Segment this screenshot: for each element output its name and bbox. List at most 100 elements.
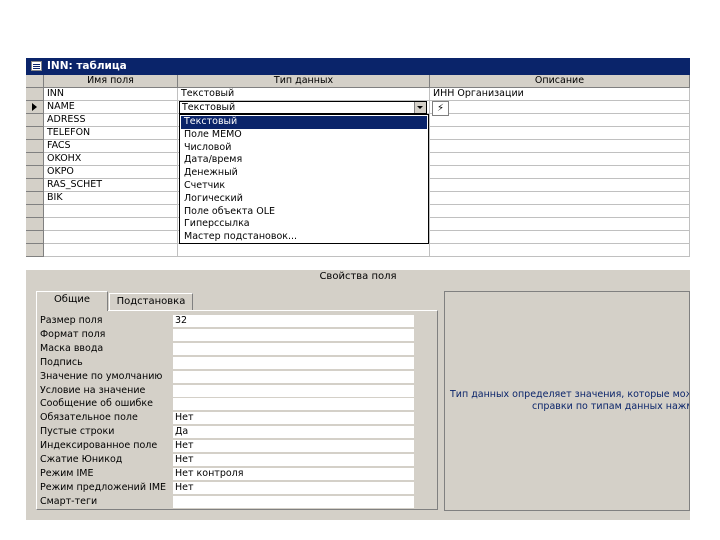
description-cell[interactable]: [430, 231, 690, 244]
row-selector[interactable]: [26, 140, 44, 153]
row-selector[interactable]: [26, 153, 44, 166]
column-header-field-name[interactable]: Имя поля: [44, 75, 178, 88]
property-value-field[interactable]: [173, 356, 414, 370]
property-label: Режим предложений IME: [40, 481, 167, 493]
window-titlebar[interactable]: INN: таблица: [26, 58, 690, 75]
property-label: Сообщение об ошибке: [40, 398, 153, 410]
property-row: Смарт-теги: [40, 495, 416, 509]
description-cell[interactable]: [430, 127, 690, 140]
data-type-cell[interactable]: Текстовый: [178, 88, 430, 101]
dropdown-item[interactable]: Мастер подстановок...: [181, 231, 427, 244]
description-cell[interactable]: [430, 140, 690, 153]
field-name-cell[interactable]: INN: [44, 88, 178, 101]
property-value-field[interactable]: Нет: [173, 481, 414, 495]
field-name-cell[interactable]: RAS_SCHET: [44, 179, 178, 192]
property-value-field[interactable]: [173, 495, 414, 509]
field-name-cell[interactable]: ADRESS: [44, 114, 178, 127]
help-text-line-1: Тип данных определяет значения, которые …: [450, 389, 690, 400]
description-cell[interactable]: ИНН Организации: [430, 88, 690, 101]
dropdown-item[interactable]: Гиперссылка: [181, 218, 427, 231]
description-cell[interactable]: [430, 166, 690, 179]
field-name-cell[interactable]: [44, 218, 178, 231]
dropdown-item[interactable]: Счетчик: [181, 180, 427, 193]
row-selector[interactable]: [26, 166, 44, 179]
property-label: Подпись: [40, 356, 83, 368]
field-name-cell[interactable]: OKPO: [44, 166, 178, 179]
row-selector[interactable]: [26, 218, 44, 231]
dropdown-item[interactable]: Поле объекта OLE: [181, 206, 427, 219]
row-selector[interactable]: [26, 179, 44, 192]
tab-lookup[interactable]: Подстановка: [109, 293, 193, 311]
field-name-cell[interactable]: [44, 244, 178, 257]
property-row: Размер поля 32: [40, 315, 416, 328]
property-value-field[interactable]: Нет контроля: [173, 467, 414, 481]
builder-wand-icon[interactable]: ⚡: [432, 101, 449, 116]
field-properties-bar: Свойства поля: [26, 270, 690, 284]
row-selector[interactable]: [26, 205, 44, 218]
description-cell[interactable]: [430, 218, 690, 231]
description-cell[interactable]: [430, 205, 690, 218]
property-value-field[interactable]: Нет: [173, 440, 414, 454]
property-label: Значение по умолчанию: [40, 370, 163, 382]
property-value-field[interactable]: [173, 384, 414, 398]
property-label: Размер поля: [40, 315, 103, 326]
field-name-cell[interactable]: TELEFON: [44, 127, 178, 140]
property-label: Обязательное поле: [40, 412, 138, 424]
table-design-window: INN: таблица Имя поля Тип данных Описани…: [26, 58, 690, 520]
row-selector[interactable]: [26, 244, 44, 257]
description-cell[interactable]: [430, 179, 690, 192]
property-label: Маска ввода: [40, 342, 104, 354]
dropdown-item[interactable]: Денежный: [181, 167, 427, 180]
property-label: Пустые строки: [40, 426, 115, 438]
property-value-field[interactable]: Да: [173, 426, 414, 440]
data-type-cell[interactable]: [178, 244, 430, 257]
field-name-cell[interactable]: NAME: [44, 101, 178, 114]
help-panel: Тип данных определяет значения, которые …: [444, 291, 690, 511]
property-row: Режим IME Нет контроля: [40, 467, 416, 481]
dropdown-arrow-button[interactable]: [414, 102, 426, 113]
help-text-line-2: справки по типам данных нажмите: [532, 401, 689, 412]
field-name-cell[interactable]: BIK: [44, 192, 178, 205]
dropdown-item[interactable]: Дата/время: [181, 154, 427, 167]
field-name-cell[interactable]: [44, 231, 178, 244]
property-value-field[interactable]: [173, 398, 414, 412]
window-title: INN: таблица: [47, 60, 127, 72]
row-selector[interactable]: [26, 231, 44, 244]
property-row: Режим предложений IME Нет: [40, 481, 416, 495]
field-name-cell[interactable]: [44, 205, 178, 218]
description-cell[interactable]: [430, 114, 690, 127]
description-cell[interactable]: [430, 244, 690, 257]
property-value-field[interactable]: Нет: [173, 412, 414, 426]
description-cell[interactable]: [430, 153, 690, 166]
table-icon: [31, 61, 42, 71]
property-value-field[interactable]: [173, 342, 414, 356]
tab-general[interactable]: Общие: [36, 291, 108, 311]
row-selector[interactable]: [26, 127, 44, 140]
dropdown-item[interactable]: Поле MEMO: [181, 129, 427, 142]
row-selector[interactable]: [26, 101, 44, 114]
column-header-data-type[interactable]: Тип данных: [178, 75, 430, 88]
row-selector[interactable]: [26, 114, 44, 127]
field-name-cell[interactable]: OKOHX: [44, 153, 178, 166]
dropdown-item[interactable]: Числовой: [181, 142, 427, 155]
dropdown-item[interactable]: Текстовый: [181, 116, 427, 129]
description-cell[interactable]: [430, 101, 690, 114]
data-type-combo[interactable]: Текстовый: [179, 101, 427, 114]
dropdown-item[interactable]: Логический: [181, 193, 427, 206]
property-value-field[interactable]: [173, 328, 414, 342]
row-selector[interactable]: [26, 88, 44, 101]
row-selector-header: [26, 75, 44, 88]
property-label: Формат поля: [40, 328, 106, 340]
property-value-field[interactable]: 32: [173, 315, 414, 328]
field-name-cell[interactable]: FACS: [44, 140, 178, 153]
property-value-field[interactable]: [173, 370, 414, 384]
data-type-combo-value: Текстовый: [182, 102, 236, 113]
row-selector[interactable]: [26, 192, 44, 205]
column-header-description[interactable]: Описание: [430, 75, 690, 88]
property-row: Подпись: [40, 356, 416, 370]
description-cell[interactable]: [430, 192, 690, 205]
property-value-field[interactable]: Нет: [173, 454, 414, 467]
property-row: Индексированное поле Нет: [40, 440, 416, 454]
data-type-dropdown-list: Текстовый Поле MEMO Числовой Дата/время Дене…: [179, 114, 429, 244]
field-grid: Имя поля Тип данных Описание INN Текстовы…: [26, 75, 690, 270]
